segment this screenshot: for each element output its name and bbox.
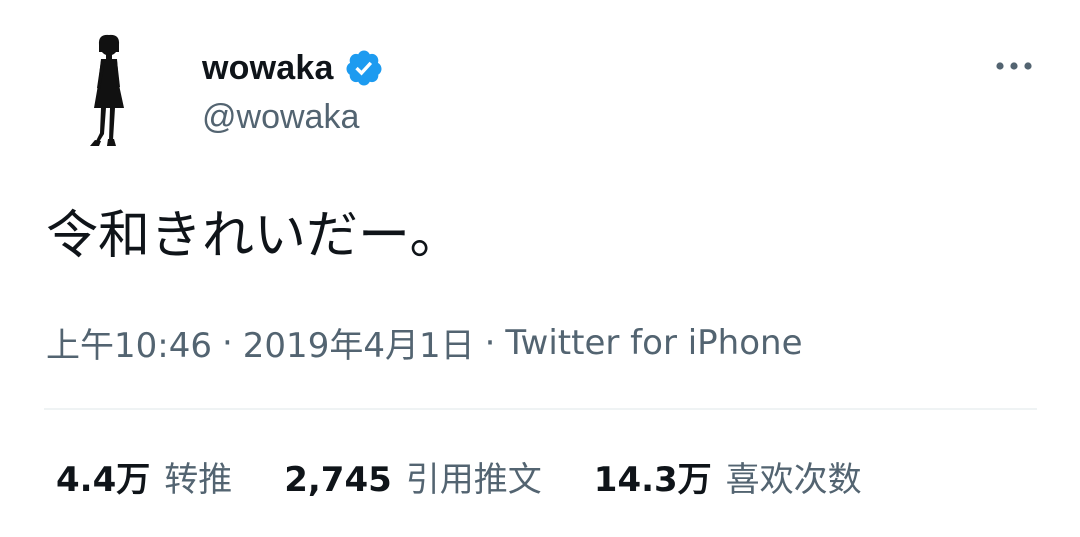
quote-tweets-label: 引用推文 [405, 459, 542, 500]
tweet-date[interactable]: 2019年4月1日 [243, 318, 475, 367]
tweet-stats: 4.4万 转推 2,745 引用推文 14.3万 喜欢次数 [56, 450, 914, 502]
retweets-count: 4.4万 [56, 459, 151, 500]
avatar[interactable] [46, 30, 170, 154]
silhouette-figure-icon [90, 34, 124, 146]
more-options-button[interactable] [990, 46, 1038, 86]
verified-badge-icon [344, 48, 384, 88]
tweet-card: wowaka @wowaka 令和きれいだー。 上午10:46 · 2019年4… [0, 0, 1080, 537]
likes-label: 喜欢次数 [725, 459, 862, 500]
divider [44, 408, 1037, 410]
tweet-text: 令和きれいだー。 [46, 206, 462, 266]
likes-count: 14.3万 [593, 459, 712, 500]
tweet-meta: 上午10:46 · 2019年4月1日 · Twitter for iPhone [46, 318, 803, 367]
author-name-row: wowaka [202, 46, 384, 90]
tweet-source[interactable]: Twitter for iPhone [505, 323, 802, 363]
likes-stat[interactable]: 14.3万 喜欢次数 [594, 452, 862, 501]
tweet-time[interactable]: 上午10:46 [46, 318, 212, 367]
quote-tweets-stat[interactable]: 2,745 引用推文 [284, 452, 542, 501]
display-name[interactable]: wowaka [202, 49, 334, 88]
retweets-label: 转推 [164, 459, 233, 500]
retweets-stat[interactable]: 4.4万 转推 [56, 452, 232, 501]
meta-separator: · [221, 322, 233, 363]
quote-tweets-count: 2,745 [284, 459, 392, 500]
more-horizontal-icon [996, 62, 1032, 70]
meta-separator: · [484, 322, 496, 363]
author-handle[interactable]: @wowaka [202, 98, 359, 137]
